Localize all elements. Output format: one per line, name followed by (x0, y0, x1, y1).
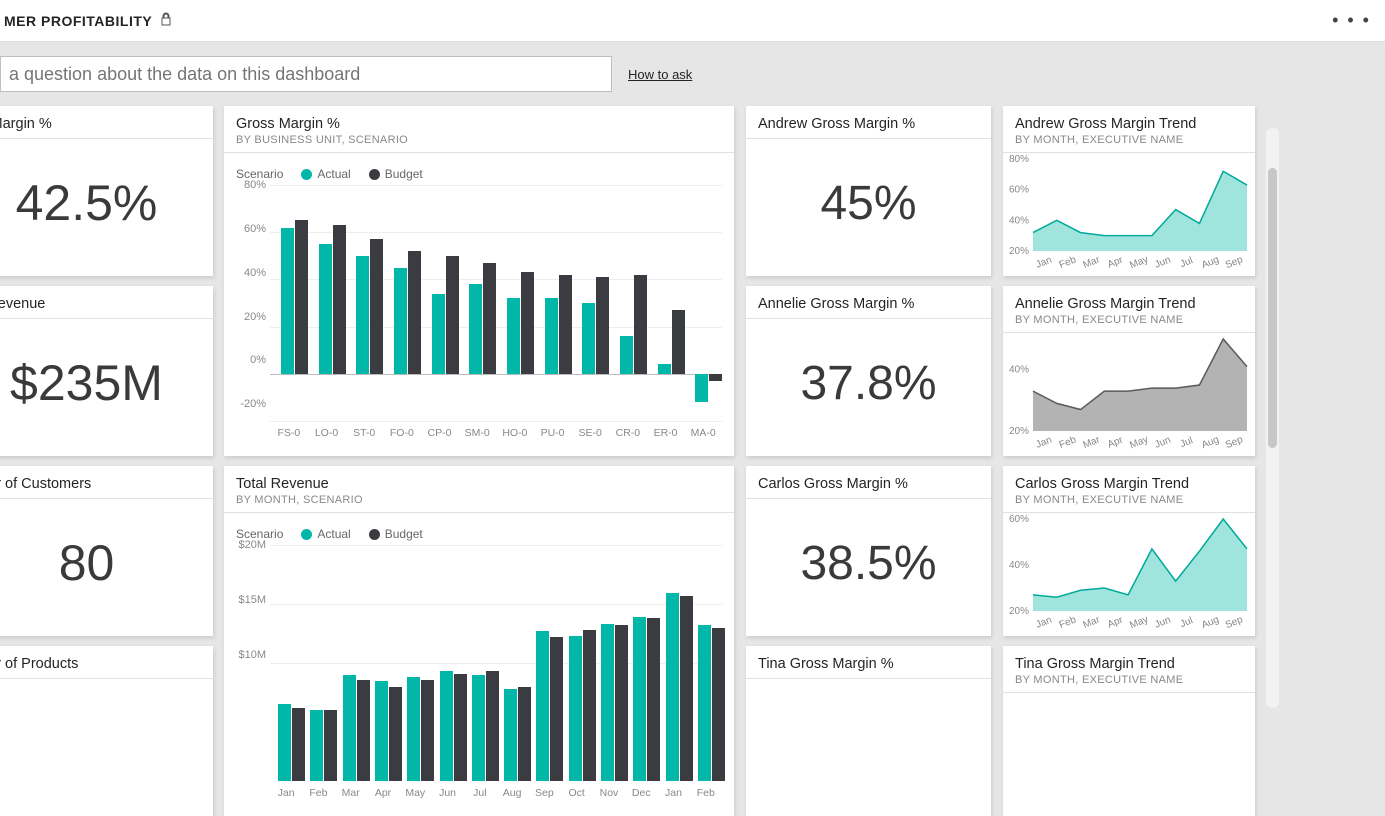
svg-text:20%: 20% (1009, 426, 1029, 437)
svg-text:80%: 80% (1009, 154, 1029, 165)
kpi-value: 38.5% (746, 499, 991, 627)
svg-text:Aug: Aug (1200, 254, 1221, 269)
kpi-value: 37.8% (746, 319, 991, 447)
tile-annelie-trend[interactable]: Annelie Gross Margin Trend BY MONTH, EXE… (1003, 286, 1255, 456)
svg-text:Jan: Jan (1034, 255, 1053, 269)
tile-products[interactable]: nber of Products (0, 646, 213, 816)
svg-text:Feb: Feb (1058, 614, 1079, 629)
tile-andrew-gm[interactable]: Andrew Gross Margin % 45% (746, 106, 991, 276)
svg-text:20%: 20% (1009, 606, 1029, 617)
svg-text:Mar: Mar (1081, 614, 1102, 629)
svg-text:40%: 40% (1009, 560, 1029, 571)
svg-text:20%: 20% (1009, 246, 1029, 257)
chart-carlos-trend: 20% 40% 60% Jan FebMar AprMayJun Jul AugSep (1003, 513, 1255, 629)
tile-title: Annelie Gross Margin Trend (1015, 296, 1243, 312)
kpi-value: 45% (746, 139, 991, 267)
svg-text:Jul: Jul (1179, 615, 1195, 629)
svg-text:Sep: Sep (1224, 614, 1245, 629)
tile-title: Andrew Gross Margin Trend (1015, 116, 1243, 132)
tile-total-revenue-overall[interactable]: al Revenue $235M (0, 286, 213, 456)
tile-annelie-gm[interactable]: Annelie Gross Margin % 37.8% (746, 286, 991, 456)
lock-icon (160, 12, 172, 29)
dashboard-title: MER PROFITABILITY (4, 13, 152, 29)
svg-text:Apr: Apr (1106, 434, 1125, 449)
svg-text:40%: 40% (1009, 215, 1029, 226)
app-topbar: MER PROFITABILITY • • • (0, 0, 1385, 42)
scrollbar-thumb[interactable] (1268, 168, 1277, 448)
kpi-value: 42.5% (0, 139, 213, 267)
svg-text:Jan: Jan (1034, 435, 1053, 449)
dashboard-grid: ss Margin % 42.5% al Revenue $235M nber … (0, 106, 1385, 730)
chart-annelie-trend: 20% 40% Jan FebMar AprMayJun Jul AugSep (1003, 333, 1255, 449)
chart-revenue-by-month: $10M$15M$20MJanFebMarAprMayJunJulAugSepO… (236, 545, 722, 799)
tile-subtitle: BY MONTH, EXECUTIVE NAME (1015, 674, 1243, 686)
svg-text:Jun: Jun (1153, 435, 1172, 449)
tile-tina-trend[interactable]: Tina Gross Margin Trend BY MONTH, EXECUT… (1003, 646, 1255, 816)
svg-text:40%: 40% (1009, 365, 1029, 376)
svg-text:Jun: Jun (1153, 255, 1172, 269)
tile-title: Carlos Gross Margin Trend (1015, 476, 1243, 492)
tile-carlos-trend[interactable]: Carlos Gross Margin Trend BY MONTH, EXEC… (1003, 466, 1255, 636)
tile-title: Tina Gross Margin % (758, 656, 979, 672)
tile-customers[interactable]: nber of Customers 80 (0, 466, 213, 636)
qa-input[interactable] (0, 56, 612, 92)
tile-title: Tina Gross Margin Trend (1015, 656, 1243, 672)
svg-text:May: May (1128, 434, 1150, 449)
legend-item-budget: Budget (369, 167, 423, 181)
tile-gm-by-bu[interactable]: Gross Margin % BY BUSINESS UNIT, SCENARI… (224, 106, 734, 456)
svg-text:60%: 60% (1009, 514, 1029, 525)
svg-text:Mar: Mar (1081, 254, 1102, 269)
tile-title: Carlos Gross Margin % (758, 476, 979, 492)
tile-subtitle: BY BUSINESS UNIT, SCENARIO (236, 134, 722, 146)
svg-text:Sep: Sep (1224, 254, 1245, 269)
tile-title: al Revenue (0, 296, 201, 312)
svg-text:Apr: Apr (1106, 254, 1125, 269)
svg-text:60%: 60% (1009, 185, 1029, 196)
more-icon[interactable]: • • • (1332, 10, 1371, 31)
svg-text:Aug: Aug (1200, 614, 1221, 629)
svg-text:Aug: Aug (1200, 434, 1221, 449)
tile-subtitle: BY MONTH, EXECUTIVE NAME (1015, 494, 1243, 506)
how-to-ask-link[interactable]: How to ask (628, 67, 692, 82)
svg-text:Feb: Feb (1058, 434, 1079, 449)
svg-text:Apr: Apr (1106, 614, 1125, 629)
tile-title: Total Revenue (236, 476, 722, 492)
svg-text:Jul: Jul (1179, 255, 1195, 269)
svg-text:Jul: Jul (1179, 435, 1195, 449)
tile-title: nber of Products (0, 656, 201, 672)
svg-text:Jan: Jan (1034, 615, 1053, 629)
tile-tina-gm[interactable]: Tina Gross Margin % (746, 646, 991, 816)
tile-title: Annelie Gross Margin % (758, 296, 979, 312)
tile-subtitle: BY MONTH, EXECUTIVE NAME (1015, 314, 1243, 326)
kpi-value: 80 (0, 499, 213, 627)
chart-gm-by-bu: -20%0%20%40%60%80%FS-0LO-0ST-0FO-0CP-0SM… (236, 185, 722, 439)
chart-legend: Scenario Actual Budget (236, 159, 722, 185)
tile-subtitle: BY MONTH, EXECUTIVE NAME (1015, 134, 1243, 146)
svg-text:Mar: Mar (1081, 434, 1102, 449)
tile-gross-margin-overall[interactable]: ss Margin % 42.5% (0, 106, 213, 276)
legend-item-actual: Actual (301, 167, 350, 181)
tile-title: nber of Customers (0, 476, 201, 492)
tile-subtitle: BY MONTH, SCENARIO (236, 494, 722, 506)
legend-item-budget: Budget (369, 527, 423, 541)
tile-revenue-by-month[interactable]: Total Revenue BY MONTH, SCENARIO Scenari… (224, 466, 734, 816)
svg-text:May: May (1128, 614, 1150, 629)
tile-title: Andrew Gross Margin % (758, 116, 979, 132)
svg-text:Jun: Jun (1153, 615, 1172, 629)
tile-title: Gross Margin % (236, 116, 722, 132)
svg-text:May: May (1128, 254, 1150, 269)
chart-andrew-trend: 20% 40% 60% 80% Jan FebMar AprMayJun Jul AugSep (1003, 153, 1255, 269)
svg-text:Sep: Sep (1224, 434, 1245, 449)
tile-carlos-gm[interactable]: Carlos Gross Margin % 38.5% (746, 466, 991, 636)
kpi-value: $235M (0, 319, 213, 447)
tile-title: ss Margin % (0, 116, 201, 132)
svg-text:Feb: Feb (1058, 254, 1079, 269)
dashboard-scrollbar[interactable] (1266, 128, 1279, 708)
legend-item-actual: Actual (301, 527, 350, 541)
tile-andrew-trend[interactable]: Andrew Gross Margin Trend BY MONTH, EXEC… (1003, 106, 1255, 276)
chart-legend: Scenario Actual Budget (236, 519, 722, 545)
qa-row: How to ask (0, 42, 1385, 106)
